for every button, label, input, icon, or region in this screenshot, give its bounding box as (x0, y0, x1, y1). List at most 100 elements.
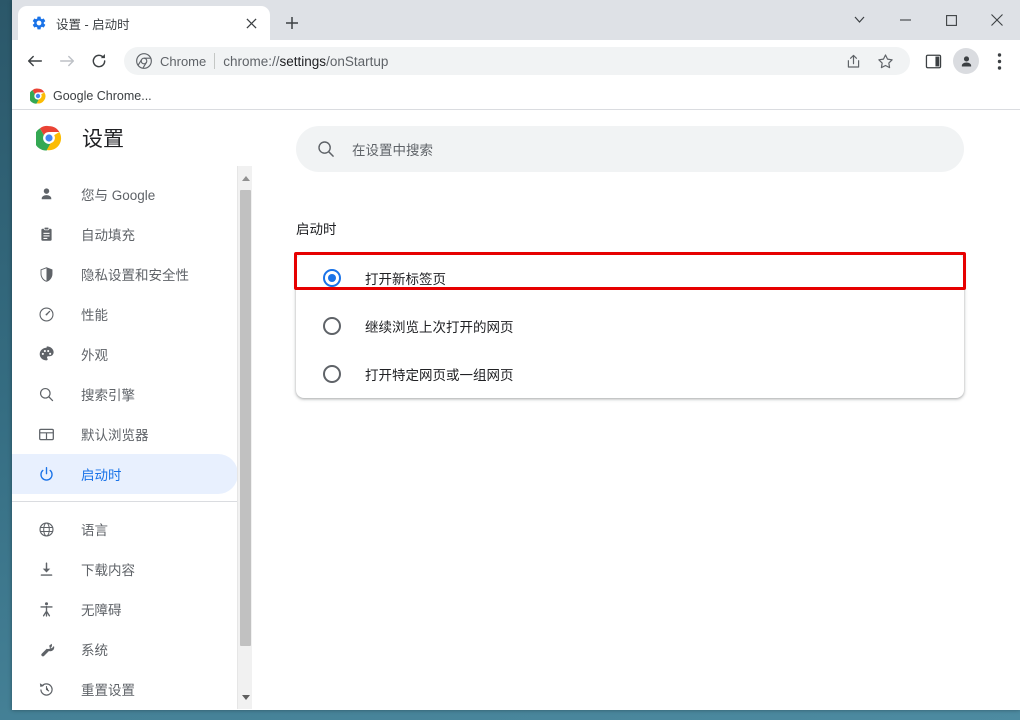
minimize-button[interactable] (882, 0, 928, 40)
search-row: 在设置中搜索 (252, 110, 1020, 172)
sidebar-item-privacy-security[interactable]: 隐私设置和安全性 (12, 254, 238, 294)
settings-page: 设置 您与 Google 自动填充 隐私设置和安全性 性能 外观 搜索引擎 默认… (12, 110, 1020, 709)
scrollbar-down-arrow[interactable] (238, 689, 253, 705)
sidebar-item-autofill[interactable]: 自动填充 (12, 214, 238, 254)
speedometer-icon (36, 304, 56, 324)
search-input[interactable]: 在设置中搜索 (296, 126, 964, 172)
sidebar-item-label: 系统 (81, 643, 108, 658)
forward-button[interactable] (52, 46, 82, 76)
side-panel-icon (925, 54, 941, 68)
gear-icon (32, 16, 46, 30)
browser-window: 设置 - 启动时 Chrome chrome://settings/onStar… (12, 0, 1020, 710)
sidebar-item-label: 自动填充 (81, 228, 135, 243)
sidebar-item-accessibility[interactable]: 无障碍 (12, 589, 238, 629)
omnibox-divider (214, 53, 216, 69)
tab-search-button[interactable] (836, 0, 882, 40)
radio-button[interactable] (323, 269, 341, 287)
back-button[interactable] (20, 46, 50, 76)
three-dot-menu-icon (997, 52, 1001, 70)
sidebar-item-performance[interactable]: 性能 (12, 294, 238, 334)
download-icon (36, 559, 56, 579)
sidebar-item-label: 重置设置 (81, 683, 135, 698)
bookmark-button[interactable] (870, 46, 900, 76)
bookmark-label: Google Chrome... (53, 88, 152, 103)
chrome-icon (30, 88, 46, 104)
scrollbar-thumb[interactable] (240, 190, 251, 646)
sidebar-item-you-and-google[interactable]: 您与 Google (12, 174, 238, 214)
tab-strip: 设置 - 启动时 (12, 0, 1020, 40)
search-icon (318, 141, 334, 157)
url-suffix: /onStartup (326, 53, 389, 69)
sidebar-item-label: 您与 Google (81, 188, 156, 203)
close-button[interactable] (974, 0, 1020, 40)
sidebar-item-label: 性能 (81, 308, 108, 323)
settings-header: 设置 (12, 110, 252, 166)
profile-avatar-button[interactable] (953, 48, 979, 74)
close-icon (245, 17, 257, 29)
sidebar-scrollbar[interactable] (237, 166, 252, 709)
startup-option-continue[interactable]: 继续浏览上次打开的网页 (296, 302, 964, 350)
sidebar-item-search-engine[interactable]: 搜索引擎 (12, 374, 238, 414)
page-title: 设置 (82, 128, 124, 151)
sidebar-item-appearance[interactable]: 外观 (12, 334, 238, 374)
omnibox-scheme-label: Chrome (160, 53, 207, 69)
chrome-icon (136, 53, 152, 69)
maximize-button[interactable] (928, 0, 974, 40)
tab-close-button[interactable] (242, 14, 260, 32)
side-panel-button[interactable] (918, 46, 948, 76)
sidebar-item-default-browser[interactable]: 默认浏览器 (12, 414, 238, 454)
startup-option-specific-pages[interactable]: 打开特定网页或一组网页 (296, 350, 964, 398)
maximize-icon (945, 14, 957, 26)
chrome-logo-icon (36, 125, 62, 151)
settings-content: 在设置中搜索 启动时 打开新标签页 继续浏览上次打开的网页 打开特定网页或一组网… (252, 110, 1020, 709)
omnibox-actions (832, 46, 900, 76)
bookmark-item[interactable]: Google Chrome... (24, 85, 158, 107)
sidebar-item-languages[interactable]: 语言 (12, 509, 238, 549)
browser-window-icon (36, 424, 56, 444)
triangle-down-icon (241, 694, 250, 700)
address-bar[interactable]: Chrome chrome://settings/onStartup (124, 47, 910, 75)
sidebar-item-on-startup[interactable]: 启动时 (12, 454, 238, 494)
url-strong: settings (279, 53, 327, 69)
sidebar-item-reset-settings[interactable]: 重置设置 (12, 669, 238, 709)
chevron-down-icon (854, 16, 864, 23)
new-tab-button[interactable] (278, 9, 306, 37)
accessibility-icon (36, 599, 56, 619)
reload-icon (92, 53, 106, 68)
sidebar-item-label: 隐私设置和安全性 (81, 268, 189, 283)
omnibox-url: chrome://settings/onStartup (223, 54, 388, 69)
history-restore-icon (36, 679, 56, 699)
sidebar-item-label: 搜索引擎 (81, 388, 135, 403)
scrollbar-up-arrow[interactable] (238, 170, 253, 186)
star-icon (877, 53, 893, 68)
startup-option-new-tab[interactable]: 打开新标签页 (294, 252, 966, 302)
radio-button[interactable] (323, 317, 341, 335)
sidebar-item-system[interactable]: 系统 (12, 629, 238, 669)
power-icon (36, 464, 56, 484)
globe-icon (36, 519, 56, 539)
radio-button[interactable] (323, 365, 341, 383)
chrome-menu-button[interactable] (984, 46, 1014, 76)
shield-icon (36, 264, 56, 284)
browser-tab[interactable]: 设置 - 启动时 (18, 6, 270, 40)
startup-option-label: 打开新标签页 (365, 272, 446, 287)
sidebar-item-downloads[interactable]: 下载内容 (12, 549, 238, 589)
plus-icon (286, 17, 298, 29)
startup-option-label: 打开特定网页或一组网页 (365, 368, 514, 383)
section-title: 启动时 (296, 222, 337, 237)
sidebar-item-label: 外观 (81, 348, 108, 363)
settings-sidebar: 设置 您与 Google 自动填充 隐私设置和安全性 性能 外观 搜索引擎 默认… (12, 110, 252, 709)
share-button[interactable] (838, 46, 868, 76)
sidebar-item-label: 默认浏览器 (81, 428, 149, 443)
url-prefix: chrome:// (223, 53, 280, 69)
triangle-up-icon (241, 175, 250, 181)
sidebar-item-label: 下载内容 (81, 563, 135, 578)
startup-option-label: 继续浏览上次打开的网页 (365, 320, 514, 335)
reload-button[interactable] (84, 46, 114, 76)
sidebar-menu: 您与 Google 自动填充 隐私设置和安全性 性能 外观 搜索引擎 默认浏览器… (12, 166, 252, 709)
sidebar-item-label: 语言 (81, 523, 108, 538)
sidebar-item-label: 无障碍 (81, 603, 122, 618)
person-icon (961, 55, 971, 66)
search-icon (36, 384, 56, 404)
person-icon (36, 184, 56, 204)
